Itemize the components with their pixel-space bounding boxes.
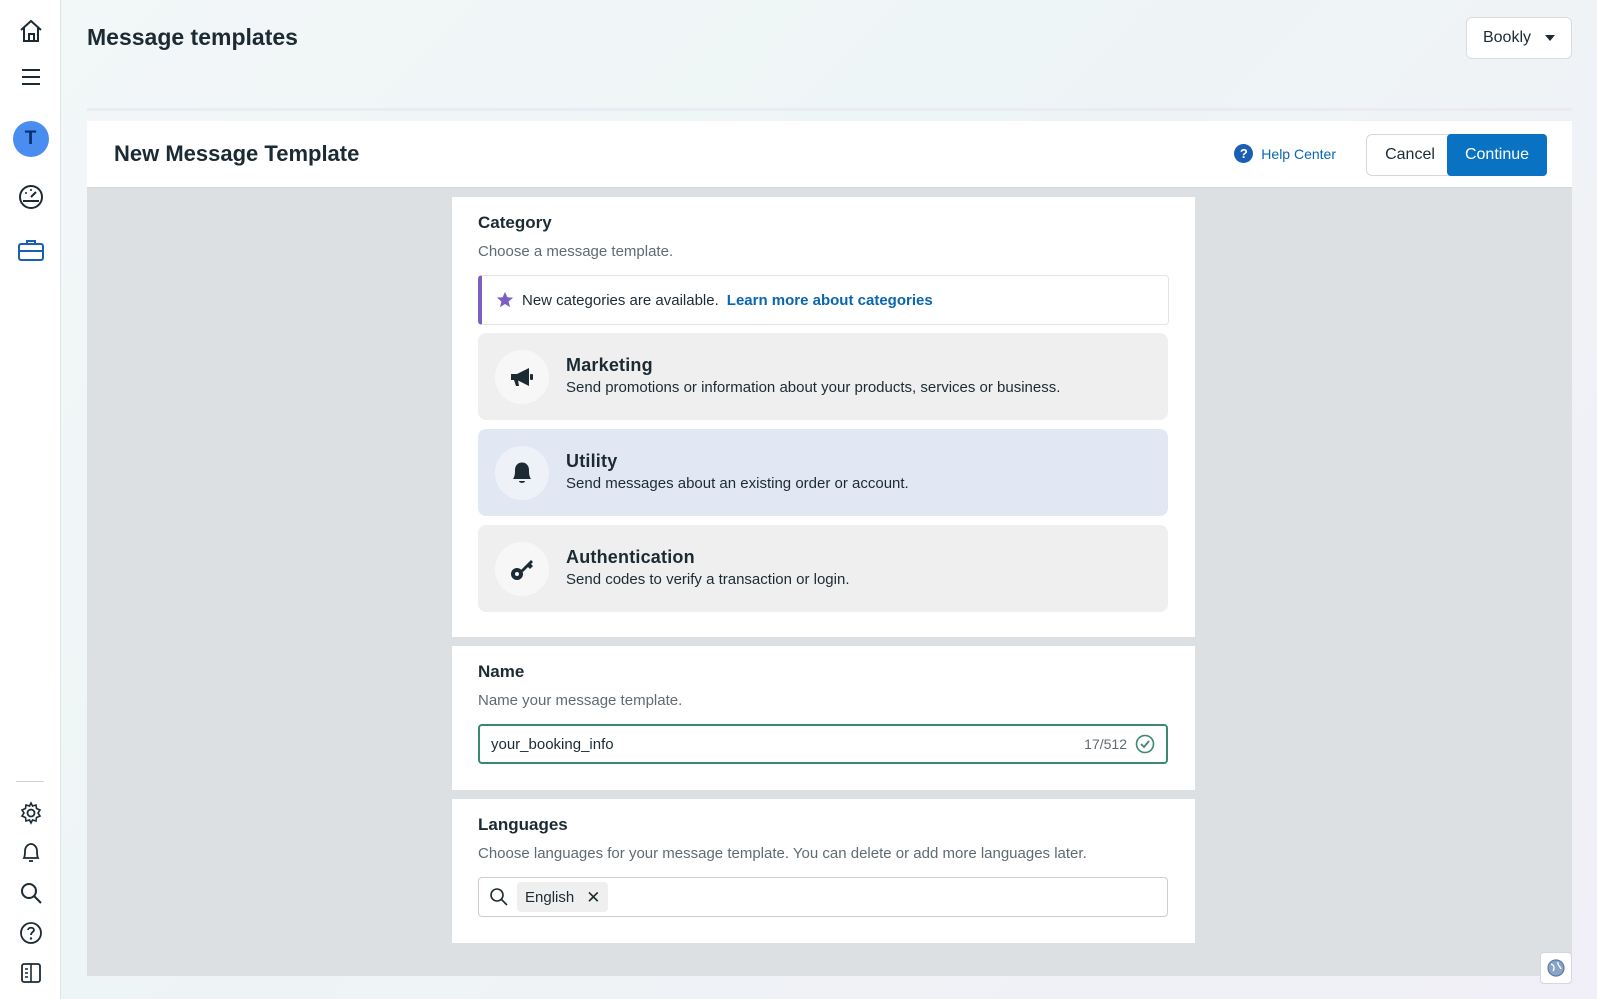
remove-language-icon[interactable]: ✕ <box>586 889 600 906</box>
name-subtitle: Name your message template. <box>478 692 683 709</box>
continue-button[interactable]: Continue <box>1447 134 1547 176</box>
account-name: Bookly <box>1482 29 1531 46</box>
category-option-authentication[interactable]: Authentication Send codes to verify a tr… <box>478 525 1168 612</box>
left-rail: T <box>0 0 61 999</box>
option-desc: Send codes to verify a transaction or lo… <box>566 571 850 588</box>
category-section: Category Choose a message template. New … <box>452 197 1195 637</box>
template-name-value: your_booking_info <box>491 735 614 753</box>
language-chip-english: English ✕ <box>517 882 609 912</box>
option-title: Authentication <box>566 547 695 567</box>
header-divider <box>87 108 1572 111</box>
name-title: Name <box>478 662 525 681</box>
rail-divider <box>16 781 44 782</box>
template-panel: New Message Template ? Help Center Cance… <box>87 121 1572 976</box>
option-desc: Send messages about an existing order or… <box>566 475 909 492</box>
bell-icon[interactable] <box>0 833 61 873</box>
megaphone-icon <box>495 350 549 404</box>
languages-title: Languages <box>478 815 568 834</box>
avatar-initial: T <box>12 121 49 157</box>
option-desc: Send promotions or information about you… <box>566 379 1061 396</box>
language-search-field[interactable]: English ✕ <box>478 877 1168 917</box>
bell-icon <box>495 446 549 500</box>
help-icon[interactable] <box>0 913 61 953</box>
name-section: Name Name your message template. your_bo… <box>452 646 1195 790</box>
menu-icon[interactable] <box>0 57 61 97</box>
star-icon <box>496 291 514 308</box>
languages-subtitle: Choose languages for your message templa… <box>478 845 1087 862</box>
panel-icon[interactable] <box>0 953 61 993</box>
option-title: Marketing <box>566 355 653 375</box>
gear-icon[interactable] <box>0 793 61 833</box>
avatar[interactable]: T <box>0 119 61 159</box>
page-title: Message templates <box>87 24 298 50</box>
learn-more-link[interactable]: Learn more about categories <box>727 292 933 309</box>
category-option-utility[interactable]: Utility Send messages about an existing … <box>478 429 1168 516</box>
check-circle-icon <box>1135 734 1155 754</box>
template-name-field[interactable]: your_booking_info 17/512 <box>478 724 1168 764</box>
search-icon[interactable] <box>0 873 61 913</box>
briefcase-icon[interactable] <box>0 230 61 270</box>
category-title: Category <box>478 213 552 232</box>
dashboard-icon[interactable] <box>0 177 61 217</box>
character-counter: 17/512 <box>1084 736 1127 752</box>
panel-title: New Message Template <box>114 141 360 166</box>
notice-text: New categories are available. <box>522 291 719 309</box>
question-icon: ? <box>1234 144 1254 163</box>
category-option-marketing[interactable]: Marketing Send promotions or information… <box>478 333 1168 420</box>
help-center-link[interactable]: ? Help Center <box>1234 144 1336 163</box>
category-subtitle: Choose a message template. <box>478 243 674 260</box>
help-center-label: Help Center <box>1261 145 1336 162</box>
home-icon[interactable] <box>0 11 61 51</box>
key-icon <box>495 542 549 596</box>
cancel-button[interactable]: Cancel <box>1366 134 1454 176</box>
language-chip-label: English <box>525 888 575 906</box>
languages-section: Languages Choose languages for your mess… <box>452 799 1195 943</box>
caret-down-icon <box>1545 35 1555 41</box>
option-title: Utility <box>566 451 618 471</box>
search-icon <box>490 888 508 906</box>
globe-icon[interactable] <box>1540 952 1572 984</box>
panel-header: New Message Template ? Help Center Cance… <box>87 121 1572 188</box>
new-categories-notice: New categories are available. Learn more… <box>478 275 1169 325</box>
account-dropdown[interactable]: Bookly <box>1465 17 1572 59</box>
